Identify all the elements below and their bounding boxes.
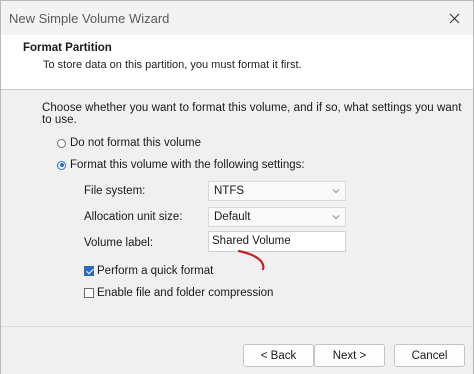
page-title: Format Partition bbox=[23, 42, 112, 54]
chevron-down-icon bbox=[332, 215, 340, 220]
close-icon bbox=[449, 13, 459, 23]
quick-format-checkbox[interactable] bbox=[84, 266, 94, 276]
back-button[interactable]: < Back bbox=[243, 344, 314, 367]
cancel-button[interactable]: Cancel bbox=[394, 344, 465, 367]
radio-button-selected[interactable] bbox=[57, 160, 66, 170]
file-system-select[interactable]: NTFS bbox=[208, 181, 346, 201]
title-bar: New Simple Volume Wizard bbox=[1, 1, 473, 35]
wizard-window: New Simple Volume Wizard Format Partitio… bbox=[0, 0, 474, 374]
radio-button-unselected[interactable] bbox=[57, 138, 66, 148]
window-title: New Simple Volume Wizard bbox=[9, 11, 170, 26]
wizard-header: Format Partition To store data on this p… bbox=[1, 35, 473, 90]
radio-format-volume-label: Format this volume with the following se… bbox=[70, 159, 305, 171]
next-button[interactable]: Next > bbox=[314, 344, 385, 367]
quick-format-checkbox-row[interactable]: Perform a quick format bbox=[84, 265, 213, 277]
compression-checkbox[interactable] bbox=[84, 288, 94, 298]
wizard-content: Choose whether you want to format this v… bbox=[1, 90, 473, 326]
file-system-label: File system: bbox=[84, 185, 146, 197]
file-system-value: NTFS bbox=[214, 185, 245, 197]
wizard-footer: < Back Next > Cancel bbox=[1, 326, 473, 374]
red-underline-annotation bbox=[237, 249, 265, 271]
allocation-unit-size-value: Default bbox=[214, 211, 251, 223]
page-subtitle: To store data on this partition, you mus… bbox=[43, 59, 302, 71]
compression-label: Enable file and folder compression bbox=[97, 287, 274, 299]
radio-do-not-format-label: Do not format this volume bbox=[70, 137, 202, 149]
radio-do-not-format[interactable]: Do not format this volume bbox=[57, 137, 201, 149]
chevron-down-icon bbox=[332, 189, 340, 194]
allocation-unit-size-select[interactable]: Default bbox=[208, 207, 346, 227]
quick-format-label: Perform a quick format bbox=[97, 265, 214, 277]
volume-label-input[interactable]: Shared Volume bbox=[208, 231, 346, 252]
instruction-text: Choose whether you want to format this v… bbox=[42, 102, 462, 126]
volume-label-label: Volume label: bbox=[84, 237, 154, 249]
allocation-unit-size-label: Allocation unit size: bbox=[84, 211, 183, 223]
compression-checkbox-row[interactable]: Enable file and folder compression bbox=[84, 287, 273, 299]
radio-format-volume[interactable]: Format this volume with the following se… bbox=[57, 159, 305, 171]
close-button[interactable] bbox=[441, 5, 467, 31]
